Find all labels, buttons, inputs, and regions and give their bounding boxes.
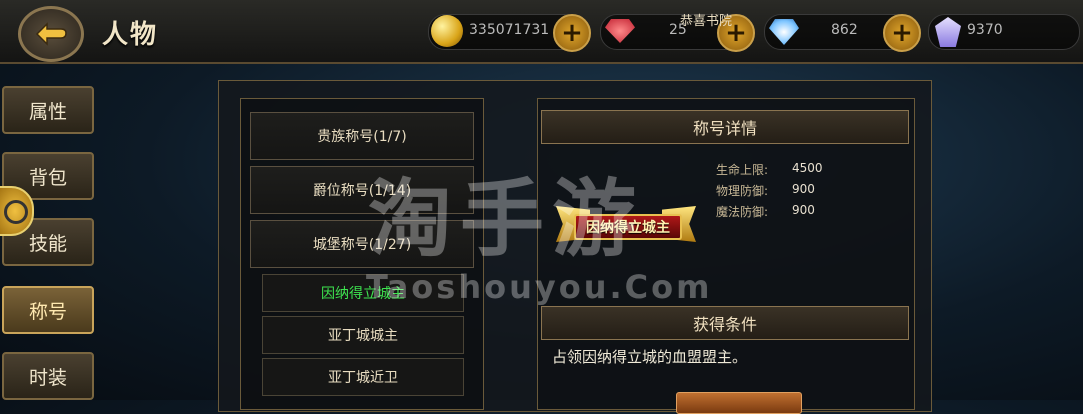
stat-label: 物理防御: [716,184,769,198]
action-button[interactable] [676,392,802,414]
stat-value: 4500 [792,161,823,175]
title-badge: 因纳得立城主 [556,204,696,244]
stat-label: 魔法防御: [716,205,769,219]
add-gold-button[interactable]: + [553,14,591,52]
sidebar-item-titles[interactable]: 称号 [2,286,94,334]
stat-label: 生命上限: [716,163,769,177]
gold-value: 335071731 [469,22,550,38]
gold-coin-icon [431,15,463,47]
category-noble-titles[interactable]: 贵族称号(1/7) [250,112,474,160]
condition-text: 占领因纳得立城的血盟盟主。 [552,348,748,366]
back-button[interactable] [18,6,84,62]
diamond-value: 862 [831,22,858,38]
notice-text: 恭喜书院 [680,14,733,29]
diamond-counter: 862 + [764,14,921,52]
title-item[interactable]: 亚丁城近卫 [262,358,464,396]
category-castle-titles[interactable]: 城堡称号(1/27) [250,220,474,268]
title-item-selected[interactable]: 因纳得立城主 [262,274,464,312]
condition-header: 获得条件 [541,306,909,340]
purple-crystal-icon [935,17,961,47]
category-peerage-titles[interactable]: 爵位称号(1/14) [250,166,474,214]
back-arrow-icon [35,22,67,46]
stat-value: 900 [792,182,815,196]
crystal-counter: 9370 [928,14,1080,50]
red-gem-icon [605,19,635,43]
crystal-value: 9370 [967,22,1003,38]
title-item[interactable]: 亚丁城城主 [262,316,464,354]
gold-counter: 335071731 + [428,14,591,52]
badge-text: 因纳得立城主 [574,214,682,240]
sidebar-item-attributes[interactable]: 属性 [2,86,94,134]
page-title: 人物 [102,20,159,50]
locked-diamond-icon [769,19,799,45]
stat-value: 900 [792,203,815,217]
top-bar: 人物 335071731 + 25 + 恭喜书院 862 + 9370 [0,0,1083,64]
sidebar-item-fashion[interactable]: 时装 [2,352,94,400]
detail-header: 称号详情 [541,110,909,144]
add-diamond-button[interactable]: + [883,14,921,52]
